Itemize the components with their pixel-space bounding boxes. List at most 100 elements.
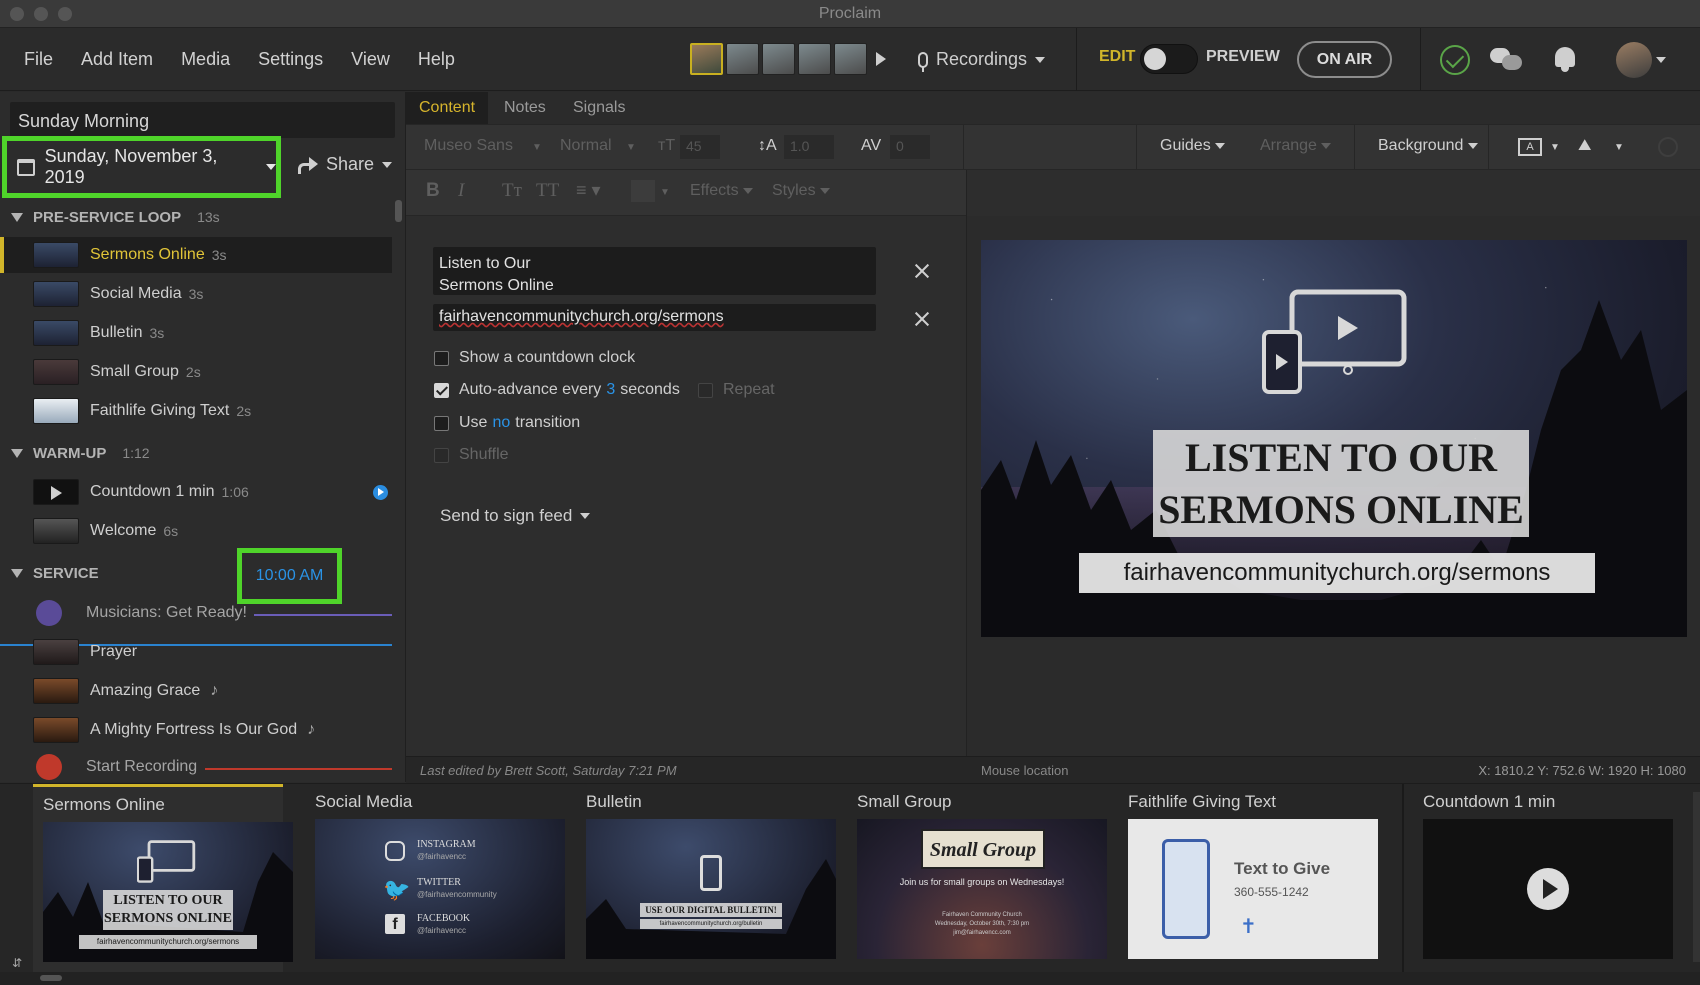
item-thumbnail bbox=[33, 639, 79, 665]
menu-settings[interactable]: Settings bbox=[244, 49, 337, 70]
color-swatch[interactable] bbox=[631, 180, 655, 202]
font-size-input[interactable]: 45 bbox=[680, 135, 720, 159]
strip-card[interactable]: Social Media INSTAGRAM @fairhavencc 🐦 TW… bbox=[305, 784, 565, 972]
strip-card[interactable]: Countdown 1 min bbox=[1413, 784, 1673, 972]
horizontal-scrollbar[interactable] bbox=[40, 975, 62, 981]
shuffle-checkbox[interactable] bbox=[434, 447, 449, 463]
collaborator-avatar[interactable] bbox=[690, 43, 723, 75]
repeat-checkbox[interactable] bbox=[698, 382, 713, 398]
collapse-triangle-icon[interactable] bbox=[11, 568, 23, 578]
recordings-dropdown[interactable]: Recordings bbox=[918, 28, 1046, 91]
item-label: Sermons Online bbox=[90, 246, 205, 263]
italic-button[interactable]: I bbox=[458, 180, 464, 202]
close-icon[interactable] bbox=[914, 311, 930, 327]
letter-spacing-icon: AV bbox=[861, 137, 882, 154]
title-text-field[interactable]: Listen to Our Sermons Online bbox=[433, 247, 876, 295]
menu-media[interactable]: Media bbox=[167, 49, 244, 70]
tab-notes[interactable]: Notes bbox=[491, 92, 559, 124]
menu-file[interactable]: File bbox=[10, 49, 67, 70]
list-item[interactable]: Welcome 6s bbox=[0, 513, 392, 549]
guides-dropdown[interactable]: Guides bbox=[1160, 137, 1226, 155]
background-dropdown[interactable]: Background bbox=[1378, 137, 1478, 155]
play-arrow-icon[interactable] bbox=[876, 52, 886, 66]
list-item[interactable]: Faithlife Giving Text 2s bbox=[0, 393, 392, 429]
arrange-dropdown[interactable]: Arrange bbox=[1260, 137, 1332, 155]
list-item[interactable]: Prayer bbox=[0, 634, 392, 670]
strip-card[interactable]: Sermons Online LISTEN TO OUR SERMONS ONL… bbox=[33, 784, 293, 972]
bell-icon[interactable] bbox=[1552, 45, 1578, 73]
url-text-field[interactable]: fairhavencommunitychurch.org/sermons bbox=[433, 304, 876, 331]
effects-dropdown[interactable]: Effects bbox=[690, 182, 754, 200]
list-item[interactable]: Start Recording bbox=[0, 752, 392, 782]
styles-dropdown[interactable]: Styles bbox=[772, 182, 831, 200]
refresh-icon[interactable] bbox=[1658, 137, 1678, 157]
chevron-down-icon: ▼ bbox=[660, 187, 670, 198]
auto-advance-option[interactable]: Auto-advance every 3 seconds bbox=[434, 381, 680, 399]
service-start-time[interactable]: 10:00 AM bbox=[237, 548, 342, 604]
slide-preview[interactable]: LISTEN TO OUR SERMONS ONLINE fairhavenco… bbox=[981, 240, 1687, 637]
on-air-button[interactable]: ON AIR bbox=[1297, 41, 1392, 78]
shuffle-option[interactable]: Shuffle bbox=[434, 446, 509, 464]
strip-card[interactable]: Small Group Small Group Join us for smal… bbox=[847, 784, 1107, 972]
share-button[interactable]: Share bbox=[298, 154, 393, 175]
bold-button[interactable]: B bbox=[426, 180, 440, 202]
strip-card[interactable]: Faithlife Giving Text Text to Give 360-5… bbox=[1118, 784, 1378, 972]
image-mountain-icon[interactable]: ⛰ bbox=[1578, 137, 1591, 155]
user-avatar[interactable] bbox=[1616, 42, 1652, 78]
scrollbar[interactable] bbox=[395, 200, 402, 222]
list-item[interactable]: Social Media 3s bbox=[0, 276, 392, 312]
chevron-down-icon[interactable] bbox=[1656, 57, 1666, 63]
all-caps-button[interactable]: TT bbox=[536, 180, 559, 202]
service-name-field[interactable]: Sunday Morning bbox=[10, 102, 395, 138]
collapse-triangle-icon[interactable] bbox=[11, 448, 23, 458]
countdown-option[interactable]: Show a countdown clock bbox=[434, 349, 635, 367]
collaborator-avatar[interactable] bbox=[798, 43, 831, 75]
small-caps-button[interactable]: Tт bbox=[502, 180, 522, 202]
sort-arrows-icon[interactable]: ⇵ bbox=[12, 956, 22, 970]
line-height-input[interactable]: 1.0 bbox=[784, 135, 834, 159]
repeat-option[interactable]: Repeat bbox=[698, 381, 775, 399]
collaborator-avatar[interactable] bbox=[834, 43, 867, 75]
countdown-checkbox[interactable] bbox=[434, 350, 449, 366]
list-item[interactable]: Amazing Grace ♪ bbox=[0, 673, 392, 709]
service-date-picker[interactable]: Sunday, November 3, 2019 bbox=[2, 136, 281, 198]
section-header-warm-up[interactable]: WARM-UP 1:12 bbox=[0, 438, 395, 468]
list-item[interactable]: Bulletin 3s bbox=[0, 315, 392, 351]
transition-checkbox[interactable] bbox=[434, 415, 449, 431]
letter-spacing-input[interactable]: 0 bbox=[890, 135, 930, 159]
section-header-pre-service[interactable]: PRE-SERVICE LOOP 13s bbox=[0, 202, 395, 232]
list-item[interactable]: Small Group 2s bbox=[0, 354, 392, 390]
close-icon[interactable] bbox=[914, 263, 930, 279]
check-status-icon[interactable] bbox=[1440, 45, 1470, 75]
chevron-down-icon[interactable]: ▼ bbox=[1614, 142, 1624, 153]
tab-content[interactable]: Content bbox=[406, 92, 489, 124]
auto-advance-checkbox[interactable] bbox=[434, 382, 449, 398]
chat-icon[interactable] bbox=[1490, 48, 1522, 72]
text-box-icon[interactable]: A bbox=[1518, 138, 1542, 156]
preview-mode-label[interactable]: PREVIEW bbox=[1206, 48, 1280, 66]
chevron-down-icon[interactable]: ▼ bbox=[1550, 142, 1560, 153]
list-item[interactable]: A Mighty Fortress Is Our God ♪ bbox=[0, 712, 392, 748]
list-item[interactable]: Countdown 1 min 1:06 bbox=[0, 474, 392, 510]
transition-value[interactable]: no bbox=[492, 414, 510, 432]
strip-card[interactable]: Bulletin USE OUR DIGITAL BULLETIN! fairh… bbox=[576, 784, 836, 972]
auto-advance-seconds-value[interactable]: 3 bbox=[606, 381, 615, 399]
edit-mode-label[interactable]: EDIT bbox=[1099, 48, 1135, 66]
transition-option[interactable]: Use no transition bbox=[434, 414, 580, 432]
font-weight-select[interactable]: Normal bbox=[560, 137, 612, 155]
menu-help[interactable]: Help bbox=[404, 49, 469, 70]
auto-play-icon[interactable] bbox=[373, 485, 388, 500]
collaborator-avatar[interactable] bbox=[726, 43, 759, 75]
menu-add-item[interactable]: Add Item bbox=[67, 49, 167, 70]
align-icon[interactable]: ≡ ▾ bbox=[576, 180, 601, 201]
list-item[interactable]: Sermons Online 3s bbox=[0, 237, 392, 273]
edit-preview-toggle[interactable] bbox=[1140, 44, 1198, 74]
tab-signals[interactable]: Signals bbox=[560, 92, 638, 124]
font-family-select[interactable]: Museo Sans bbox=[424, 137, 513, 155]
menu-view[interactable]: View bbox=[337, 49, 404, 70]
chevron-down-icon bbox=[1215, 142, 1226, 149]
collapse-triangle-icon[interactable] bbox=[11, 212, 23, 222]
item-label: Social Media bbox=[90, 285, 182, 302]
send-to-sign-feed-dropdown[interactable]: Send to sign feed bbox=[440, 506, 591, 526]
collaborator-avatar[interactable] bbox=[762, 43, 795, 75]
